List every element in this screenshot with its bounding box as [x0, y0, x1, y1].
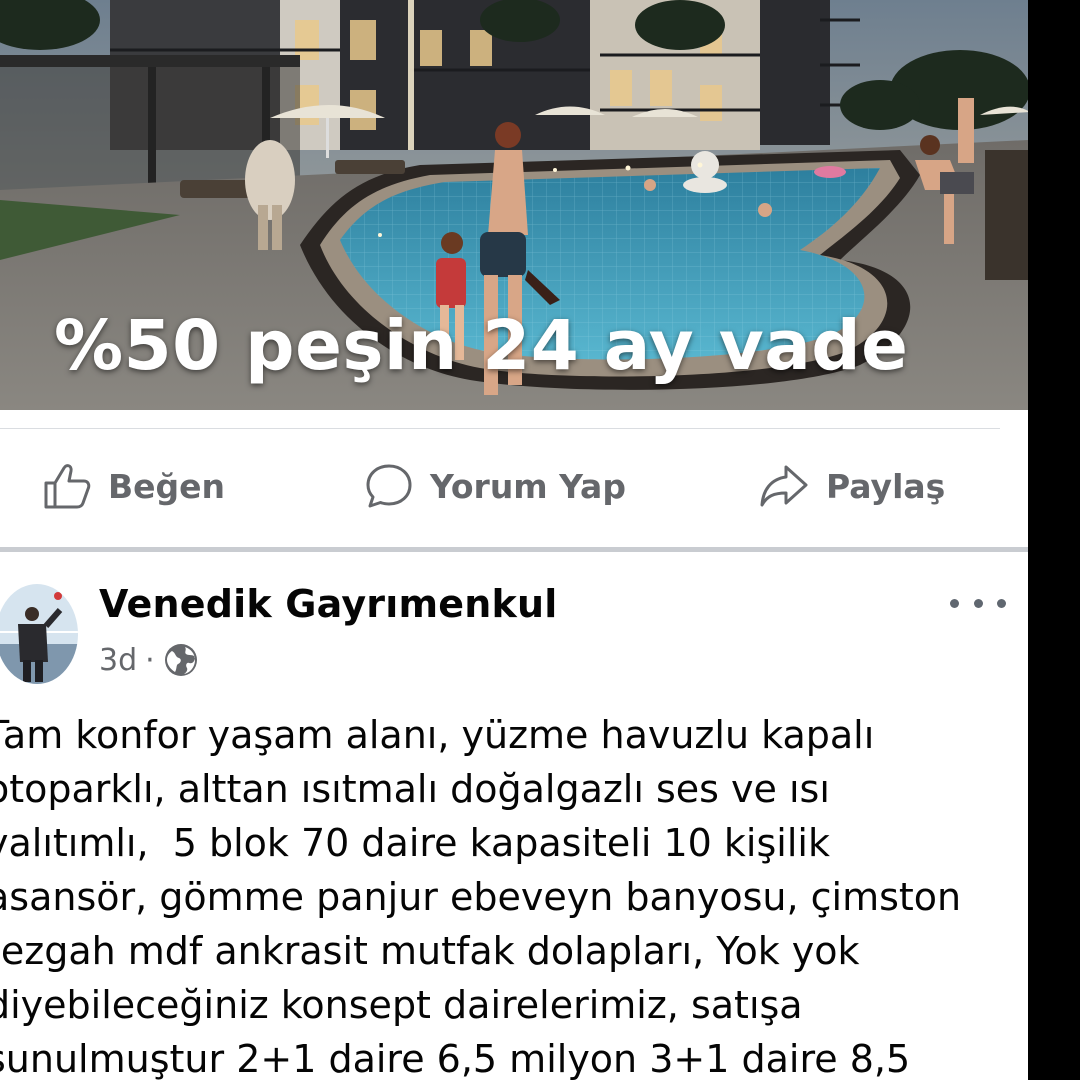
- post-separator: [0, 547, 1028, 552]
- globe-icon: [164, 644, 197, 676]
- post-text-line: asansör, gömme panjur ebeveyn banyosu, ç…: [0, 875, 962, 919]
- post-timestamp[interactable]: 3d: [99, 643, 137, 678]
- share-arrow-icon: [760, 465, 808, 507]
- post-text-line: otoparklı, alttan ısıtmalı doğalgazlı se…: [0, 767, 830, 811]
- post-meta: 3d ·: [99, 640, 199, 680]
- comment-label: Yorum Yap: [430, 466, 626, 506]
- post-text-line: tezgah mdf ankrasit mutfak dolapları, Yo…: [0, 929, 860, 973]
- comment-bubble-icon: [366, 464, 412, 508]
- more-dot-icon: [973, 598, 983, 608]
- share-label: Paylaş: [826, 466, 946, 506]
- post-image[interactable]: %50 peşin 24 ay vade: [0, 0, 1028, 410]
- post-text-line: Tam konfor yaşam alanı, yüzme havuzlu ka…: [0, 713, 875, 757]
- author-name[interactable]: Venedik Gayrımenkul: [99, 582, 557, 626]
- avatar-photo: [0, 584, 78, 684]
- avatar[interactable]: [0, 584, 78, 684]
- more-dot-icon: [950, 598, 959, 608]
- image-caption: %50 peşin 24 ay vade: [54, 306, 909, 386]
- post-action-bar: Beğen Yorum Yap Paylaş: [0, 440, 1028, 532]
- like-button[interactable]: Beğen: [42, 458, 225, 514]
- comment-button[interactable]: Yorum Yap: [364, 458, 626, 514]
- post-text-line: diyebileceğiniz konsept dairelerimiz, sa…: [0, 983, 803, 1027]
- more-options-button[interactable]: [950, 587, 1006, 619]
- meta-separator: ·: [145, 642, 155, 678]
- post-text: Tam konfor yaşam alanı, yüzme havuzlu ka…: [0, 708, 1026, 1080]
- share-button[interactable]: Paylaş: [758, 458, 945, 514]
- divider: [0, 428, 1000, 429]
- post-text-line: yalıtımlı, 5 blok 70 daire kapasiteli 10…: [0, 821, 830, 865]
- screen-edge: [1028, 0, 1080, 1080]
- thumbs-up-icon: [44, 464, 91, 509]
- like-label: Beğen: [108, 466, 226, 506]
- more-dot-icon: [997, 598, 1006, 608]
- post-text-line: sunulmuştur 2+1 daire 6,5 milyon 3+1 dai…: [0, 1037, 911, 1080]
